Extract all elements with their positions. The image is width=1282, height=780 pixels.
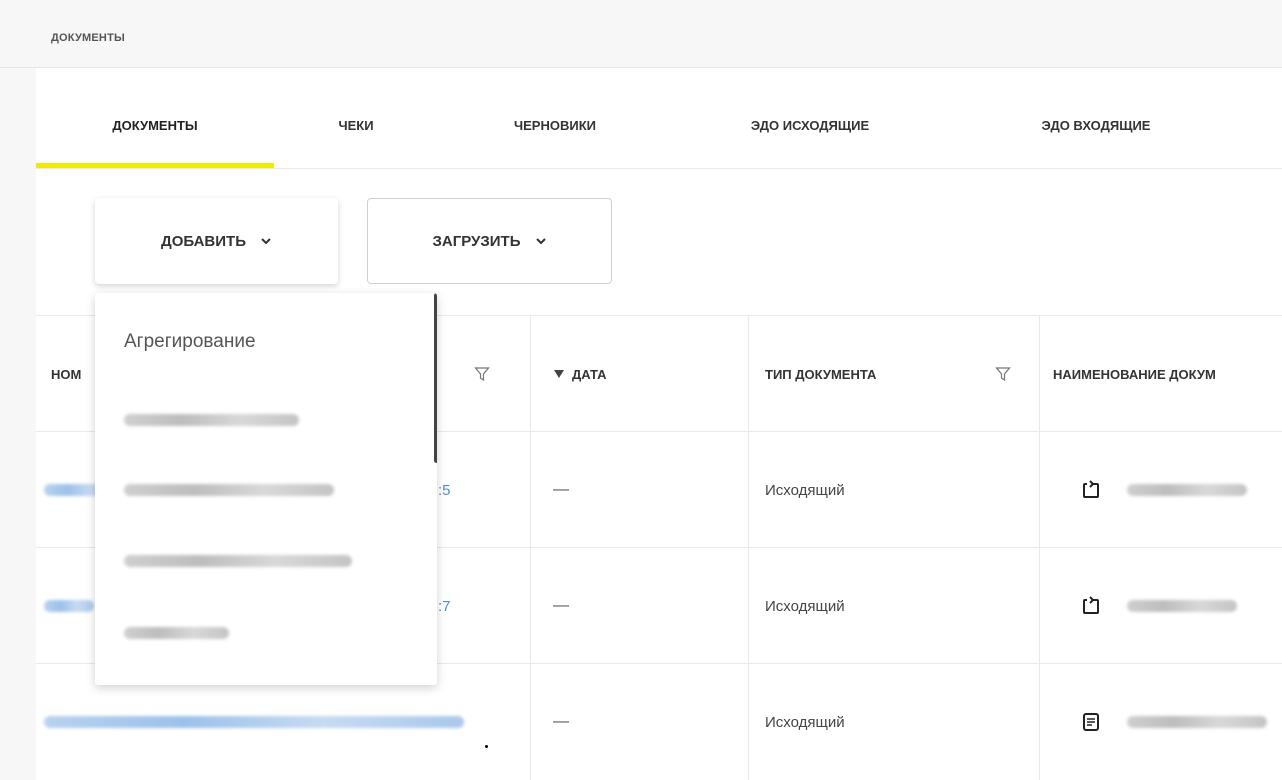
doc-type-value: Исходящий — [765, 481, 845, 499]
header-number: НОМ — [51, 366, 82, 382]
dropdown-scrollbar[interactable] — [434, 293, 437, 463]
date-cell: — — [530, 432, 748, 548]
document-number-suffix[interactable]: :5 — [438, 482, 451, 499]
upload-button[interactable]: ЗАГРУЗИТЬ — [367, 198, 612, 284]
dropdown-item-text — [124, 555, 352, 567]
tab-documents[interactable]: ДОКУМЕНТЫ — [36, 68, 274, 168]
dropdown-item-text — [124, 414, 299, 426]
header-date: ДАТА — [572, 366, 607, 382]
document-number-link[interactable] — [44, 716, 464, 728]
chevron-down-icon — [535, 238, 546, 245]
doc-name-cell — [1039, 432, 1282, 548]
date-value: — — [553, 597, 569, 614]
breadcrumb: ДОКУМЕНТЫ — [51, 32, 125, 44]
doc-type-cell: Исходящий — [748, 664, 1039, 780]
tab-edo-incoming[interactable]: ЭДО ВХОДЯЩИЕ — [1013, 68, 1179, 168]
date-value: — — [553, 481, 569, 498]
add-button[interactable]: ДОБАВИТЬ — [95, 198, 338, 284]
sort-desc-icon — [554, 370, 564, 378]
sync-doc-icon — [1083, 596, 1099, 614]
dropdown-item[interactable] — [124, 478, 334, 502]
doc-type-cell: Исходящий — [748, 432, 1039, 548]
filter-icon[interactable] — [474, 366, 490, 382]
dropdown-item-aggregation[interactable]: Агрегирование — [124, 331, 256, 355]
doc-type-value: Исходящий — [765, 597, 845, 615]
tabs-divider — [36, 168, 1282, 169]
tabs-bar: ДОКУМЕНТЫ ЧЕКИ ЧЕРНОВИКИ ЭДО ИСХОДЯЩИЕ Э… — [36, 68, 1282, 169]
sync-doc-icon — [1083, 480, 1099, 498]
date-value: — — [553, 713, 569, 730]
header-doc-name-cell: НАИМЕНОВАНИЕ ДОКУМ — [1039, 316, 1282, 432]
doc-name-cell — [1039, 664, 1282, 780]
doc-type-value: Исходящий — [765, 713, 845, 731]
upload-button-label: ЗАГРУЗИТЬ — [432, 232, 521, 250]
tab-receipts[interactable]: ЧЕКИ — [321, 68, 391, 168]
header-doc-type-cell: ТИП ДОКУМЕНТА — [748, 316, 1039, 432]
add-dropdown-menu: Агрегирование — [95, 293, 437, 685]
filter-icon[interactable] — [995, 366, 1011, 382]
add-button-label: ДОБАВИТЬ — [161, 232, 246, 250]
chevron-down-icon — [261, 238, 271, 245]
date-cell: — — [530, 664, 748, 780]
dropdown-item-text — [124, 627, 229, 639]
dropdown-item[interactable] — [124, 408, 304, 432]
document-name-text — [1127, 600, 1237, 612]
cursor-dot — [485, 745, 488, 748]
dropdown-item[interactable] — [124, 549, 354, 573]
breadcrumb-bar: ДОКУМЕНТЫ — [0, 0, 1282, 68]
tab-edo-outgoing[interactable]: ЭДО ИСХОДЯЩИЕ — [723, 68, 897, 168]
doc-name-cell — [1039, 548, 1282, 664]
dropdown-item-text — [124, 484, 334, 496]
document-number-suffix[interactable]: :7 — [438, 598, 451, 615]
document-number-link[interactable] — [44, 600, 94, 612]
header-doc-type: ТИП ДОКУМЕНТА — [765, 366, 877, 382]
header-date-cell[interactable]: ДАТА — [530, 316, 748, 432]
doc-type-cell: Исходящий — [748, 548, 1039, 664]
header-doc-name: НАИМЕНОВАНИЕ ДОКУМ — [1053, 366, 1216, 382]
document-icon — [1083, 713, 1099, 731]
tab-drafts[interactable]: ЧЕРНОВИКИ — [485, 68, 625, 168]
dropdown-item[interactable] — [124, 621, 234, 645]
document-name-text — [1127, 484, 1247, 496]
date-cell: — — [530, 548, 748, 664]
document-name-text — [1127, 716, 1267, 728]
